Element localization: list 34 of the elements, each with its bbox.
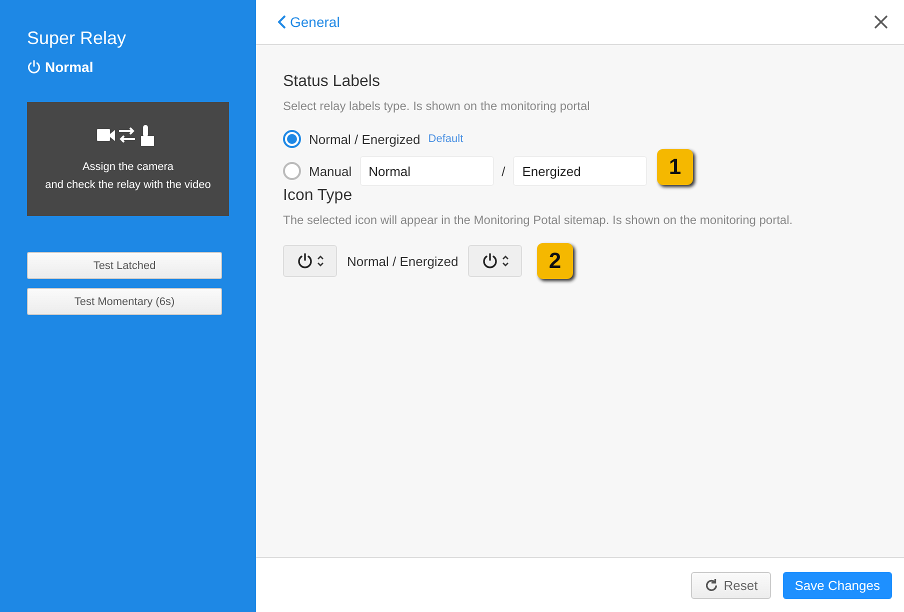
power-icon xyxy=(296,253,312,269)
camera-panel[interactable]: Assign the camera and check the relay with the video xyxy=(27,102,229,216)
icon-label: Normal / Energized xyxy=(347,254,458,268)
device-title: Super Relay xyxy=(27,28,128,49)
device-state: Normal xyxy=(45,59,94,75)
default-tag: Default xyxy=(428,133,464,145)
section-description: Select relay labels type. Is shown on the monitoring portal xyxy=(283,99,591,113)
callout-badge: 2 xyxy=(537,243,573,279)
separator: / xyxy=(502,164,506,178)
camera-hint: and check the relay with the video xyxy=(45,178,211,193)
reset-button[interactable]: Reset xyxy=(690,572,771,598)
close-icon[interactable] xyxy=(874,15,888,29)
section-title: Icon Type xyxy=(283,187,354,205)
label-field[interactable]: Normal xyxy=(360,156,494,186)
power-icon xyxy=(27,60,41,74)
chevron-icon xyxy=(278,15,286,29)
radio-button[interactable] xyxy=(283,130,301,148)
power-icon xyxy=(482,253,498,269)
updown-icon xyxy=(502,255,509,267)
section-title: Status Labels xyxy=(283,73,381,91)
icon-select[interactable] xyxy=(283,245,337,277)
updown-icon xyxy=(316,255,324,267)
back-link[interactable]: General xyxy=(278,14,340,30)
section-description: The selected icon will appear in the Monitoring Potal sitemap. Is shown on the monitoring portal. xyxy=(283,213,794,227)
reload-icon xyxy=(704,578,719,592)
option-label: Normal / Energized xyxy=(309,132,420,146)
test-button[interactable]: Test Momentary (6s) xyxy=(27,288,222,315)
option-label: Manual xyxy=(309,164,352,178)
test-button[interactable]: Test Latched xyxy=(27,252,222,279)
camera-hint: Assign the camera xyxy=(82,160,174,175)
callout-badge: 1 xyxy=(657,149,693,185)
radio-button[interactable] xyxy=(283,162,301,180)
label-field[interactable]: Energized xyxy=(513,156,648,186)
icon-select[interactable] xyxy=(468,245,522,277)
